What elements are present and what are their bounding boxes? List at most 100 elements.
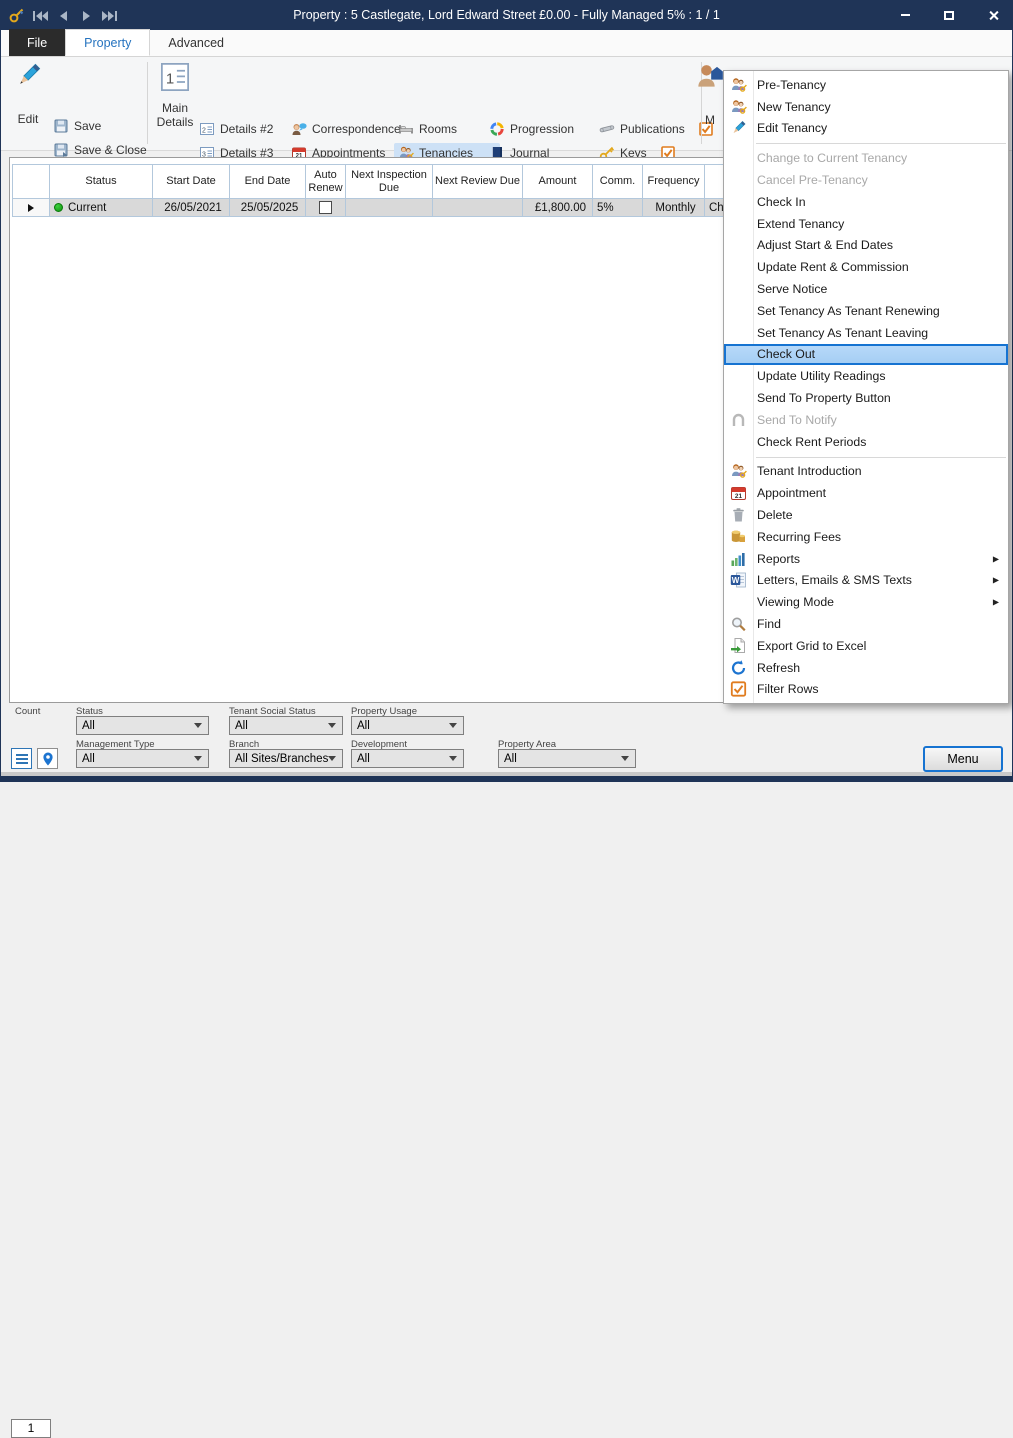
save-icon — [53, 118, 69, 134]
match-person-icon — [696, 61, 724, 89]
progression-icon — [489, 121, 505, 137]
filter-dropdown-property-area[interactable]: All — [498, 749, 636, 768]
grid-column-header[interactable]: Status — [50, 165, 153, 199]
grid-column-header[interactable]: End Date — [230, 165, 306, 199]
tab-advanced[interactable]: Advanced — [150, 29, 242, 56]
grid-column-header[interactable] — [13, 165, 50, 199]
menu-item-pre-tenancy[interactable]: Pre-Tenancy — [724, 74, 1008, 96]
auto-renew-checkbox[interactable] — [319, 201, 332, 214]
menu-item-update-utility-readings[interactable]: Update Utility Readings — [724, 365, 1008, 387]
filter-dropdown-status[interactable]: All — [76, 716, 209, 735]
pencil-icon — [730, 120, 747, 137]
edit-label: Edit — [18, 112, 39, 126]
ribbon-correspondence-button[interactable]: Correspondence — [287, 119, 405, 139]
menu-item-label: Pre-Tenancy — [757, 78, 826, 92]
menu-item-check-out[interactable]: Check Out — [724, 344, 1008, 366]
filter-dropdown-branch[interactable]: All Sites/Branches — [229, 749, 343, 768]
grid-column-header[interactable]: Next Review Due — [433, 165, 523, 199]
ribbon-details-2-button[interactable]: 2Details #2 — [195, 119, 283, 139]
status-text: Current — [68, 202, 106, 214]
grid-column-header-label: Amount — [539, 175, 577, 188]
excel-export-icon — [730, 637, 747, 654]
match-button[interactable]: M — [695, 61, 725, 127]
menu-item-set-tenancy-as-tenant-leaving[interactable]: Set Tenancy As Tenant Leaving — [724, 322, 1008, 344]
tab-property[interactable]: Property — [65, 29, 150, 56]
grid-column-header[interactable]: Start Date — [153, 165, 230, 199]
ribbon-button-label: Correspondence — [312, 122, 401, 136]
grid-column-header-label: Status — [85, 175, 116, 188]
grid-column-header[interactable]: Amount — [523, 165, 593, 199]
previous-record-button[interactable] — [56, 9, 71, 21]
menu-item-label: Filter Rows — [757, 682, 819, 696]
ribbon-save-button[interactable]: Save — [49, 116, 105, 136]
grid-column-header[interactable]: Next Inspection Due — [346, 165, 433, 199]
menu-item-refresh[interactable]: Refresh — [724, 657, 1008, 679]
last-record-button[interactable] — [102, 9, 117, 21]
menu-item-label: Check Out — [757, 347, 815, 361]
filter-dropdown-tenant-social-status[interactable]: All — [229, 716, 343, 735]
first-record-button[interactable] — [33, 9, 48, 21]
tab-file[interactable]: File — [9, 29, 65, 56]
tenancy-icon — [730, 76, 747, 93]
menu-item-export-grid-to-excel[interactable]: Export Grid to Excel — [724, 635, 1008, 657]
edit-button[interactable]: Edit — [11, 62, 45, 126]
menu-item-viewing-mode[interactable]: Viewing Mode▶ — [724, 591, 1008, 613]
filter-dropdown-development[interactable]: All — [351, 749, 464, 768]
menu-item-check-in[interactable]: Check In — [724, 191, 1008, 213]
row-indicator-icon — [28, 204, 34, 212]
grid-column-header[interactable]: Auto Renew — [306, 165, 346, 199]
menu-item-letters-emails-sms-texts[interactable]: WLetters, Emails & SMS Texts▶ — [724, 570, 1008, 592]
map-pin-icon — [40, 751, 56, 767]
filter-dropdown-management-type[interactable]: All — [76, 749, 209, 768]
menu-item-label: Update Utility Readings — [757, 369, 886, 383]
close-icon — [988, 10, 999, 21]
menu-item-cancel-pre-tenancy: Cancel Pre-Tenancy — [724, 169, 1008, 191]
menu-item-label: Viewing Mode — [757, 595, 834, 609]
menu-item-reports[interactable]: Reports▶ — [724, 548, 1008, 570]
tenancy-icon — [730, 463, 747, 480]
menu-item-check-rent-periods[interactable]: Check Rent Periods — [724, 431, 1008, 453]
grid-cell-frequency: Monthly — [643, 199, 705, 217]
menu-item-tenant-introduction[interactable]: Tenant Introduction — [724, 461, 1008, 483]
trash-icon — [730, 507, 747, 524]
menu-item-label: Letters, Emails & SMS Texts — [757, 573, 912, 587]
menu-item-adjust-start-end-dates[interactable]: Adjust Start & End Dates — [724, 235, 1008, 257]
main-details-button[interactable]: 1 Main Details — [153, 61, 197, 130]
ribbon-button-label: Details #2 — [220, 122, 273, 136]
menu-item-set-tenancy-as-tenant-renewing[interactable]: Set Tenancy As Tenant Renewing — [724, 300, 1008, 322]
grid-column-header-label: Frequency — [648, 175, 700, 188]
grid-cell-auto-renew — [306, 199, 346, 217]
menu-item-delete[interactable]: Delete — [724, 504, 1008, 526]
menu-item-label: Find — [757, 617, 781, 631]
cell-text: £1,800.00 — [523, 202, 592, 214]
menu-item-send-to-property-button[interactable]: Send To Property Button — [724, 387, 1008, 409]
next-record-button[interactable] — [79, 9, 94, 21]
menu-button[interactable]: Menu — [923, 746, 1003, 772]
map-view-button[interactable] — [37, 748, 58, 769]
menu-item-recurring-fees[interactable]: Recurring Fees — [724, 526, 1008, 548]
menu-item-extend-tenancy[interactable]: Extend Tenancy — [724, 213, 1008, 235]
minimize-button[interactable] — [896, 6, 914, 24]
menu-item-edit-tenancy[interactable]: Edit Tenancy — [724, 118, 1008, 140]
svg-text:21: 21 — [735, 493, 743, 500]
maximize-button[interactable] — [940, 6, 958, 24]
notify-icon — [730, 411, 747, 428]
ribbon-button-label: Publications — [620, 122, 685, 136]
grid-cell-end-date: 25/05/2025 — [230, 199, 306, 217]
ribbon-progression-button[interactable]: Progression — [485, 119, 591, 139]
menu-item-update-rent-commission[interactable]: Update Rent & Commission — [724, 256, 1008, 278]
chevron-down-icon — [621, 756, 629, 761]
filter-dropdown-property-usage[interactable]: All — [351, 716, 464, 735]
close-button[interactable] — [984, 6, 1002, 24]
menu-item-new-tenancy[interactable]: New Tenancy — [724, 96, 1008, 118]
menu-item-appointment[interactable]: 21Appointment — [724, 482, 1008, 504]
grid-column-header[interactable]: Frequency — [643, 165, 705, 199]
grid-column-header[interactable]: Comm. — [593, 165, 643, 199]
menu-item-filter-rows[interactable]: Filter Rows — [724, 679, 1008, 701]
menu-item-label: Check In — [757, 195, 806, 209]
menu-item-find[interactable]: Find — [724, 613, 1008, 635]
menu-item-serve-notice[interactable]: Serve Notice — [724, 278, 1008, 300]
list-view-button[interactable] — [11, 748, 32, 769]
filter-icon — [730, 681, 747, 698]
grid-cell-next-inspection-due — [346, 199, 433, 217]
